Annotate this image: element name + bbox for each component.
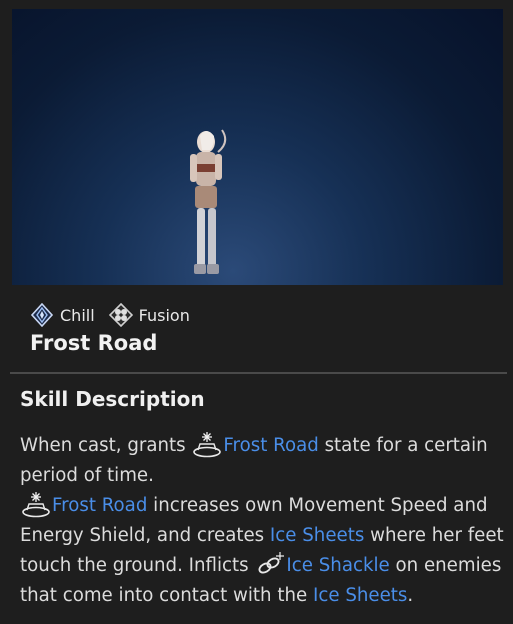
ice-sheets-link[interactable]: Ice Sheets <box>313 585 407 606</box>
frost-road-link[interactable]: Frost Road <box>223 435 318 456</box>
skill-description-title: Skill Description <box>20 387 205 411</box>
description-paragraph-1: When cast, grants Frost Road state for a… <box>20 430 504 490</box>
frost-road-status-icon <box>22 492 50 518</box>
description-text: When cast, grants <box>20 435 192 456</box>
skill-preview-video[interactable] <box>12 9 503 285</box>
ice-sheets-link[interactable]: Ice Sheets <box>270 525 364 546</box>
fusion-skill-icon <box>108 303 133 327</box>
tag-fusion-label: Fusion <box>138 305 190 325</box>
ice-shackle-icon <box>258 552 285 574</box>
tag-chill-label: Chill <box>60 305 95 325</box>
frost-road-link[interactable]: Frost Road <box>52 495 147 516</box>
skill-description-text: When cast, grants Frost Road state for a… <box>20 430 504 610</box>
description-paragraph-2: Frost Road increases own Movement Speed … <box>20 490 504 610</box>
skill-panel: Chill Fusion Frost Road Skill Descriptio… <box>0 0 513 624</box>
chill-element-icon <box>30 303 54 327</box>
skill-name: Frost Road <box>30 331 158 355</box>
description-text: . <box>407 584 414 606</box>
frost-road-status-icon <box>193 432 222 458</box>
character-figure <box>190 129 227 274</box>
tag-chill: Chill <box>30 303 95 327</box>
ice-shackle-link[interactable]: Ice Shackle <box>286 555 389 576</box>
tag-fusion: Fusion <box>108 303 190 327</box>
skill-tags: Chill Fusion <box>30 301 198 329</box>
divider <box>10 372 507 374</box>
